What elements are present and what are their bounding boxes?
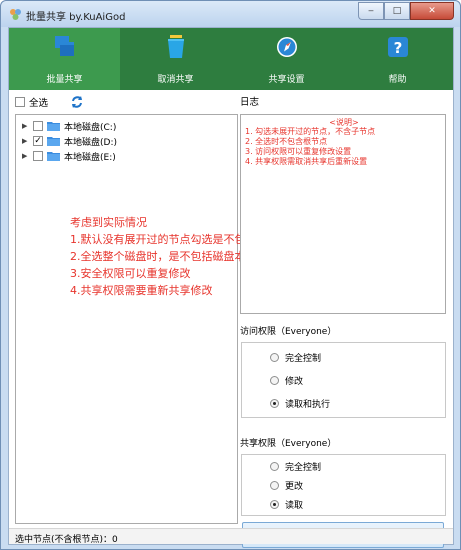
share-option-read[interactable]: 读取 (270, 497, 303, 511)
radio-label: 更改 (285, 481, 304, 492)
access-permission-label: 访问权限（Everyone） (240, 327, 337, 337)
expand-arrow-icon[interactable]: ▶ (22, 152, 31, 160)
log-line: 3. 访问权限可以重复修改设置 (245, 147, 352, 156)
toolbar-share-settings[interactable]: 共享设置 (231, 28, 342, 90)
tree-label-d: 本地磁盘(D:) (64, 137, 117, 148)
maximize-button[interactable]: □ (384, 2, 410, 20)
toolbar-help-label: 帮助 (388, 75, 407, 85)
tree-item-e[interactable]: ▶ 本地磁盘(E:) (22, 149, 116, 163)
app-window: 批量共享 by.KuAiGod ‒ □ ✕ 批量共享 取消共享 共享设置 ? 帮… (0, 0, 461, 550)
window-title: 批量共享 by.KuAiGod (26, 12, 126, 23)
log-box[interactable]: <说明> 1. 勾选未展开过的节点，不含子节点 2. 全选时不包含根节点 3. … (240, 114, 446, 314)
toolbar-share-settings-label: 共享设置 (268, 75, 305, 85)
help-icon: ? (388, 37, 408, 57)
status-text: 选中节点(不含根节点)：0 (15, 535, 118, 545)
select-all[interactable]: 全选 (15, 94, 48, 110)
share-permission-label: 共享权限（Everyone） (240, 439, 337, 449)
compass-icon (277, 37, 297, 57)
access-option-full-control[interactable]: 完全控制 (270, 350, 321, 364)
tree-checkbox-d[interactable]: ✓ (33, 136, 43, 146)
folder-icon (47, 152, 60, 161)
svg-text:?: ? (394, 39, 403, 57)
toolbar-cancel-share-label: 取消共享 (157, 75, 194, 85)
radio-button[interactable] (270, 499, 279, 509)
minimize-button[interactable]: ‒ (358, 2, 384, 20)
access-option-modify[interactable]: 修改 (270, 373, 303, 387)
radio-label: 完全控制 (285, 462, 322, 473)
right-panel: 日志 <说明> 1. 勾选未展开过的节点，不含子节点 2. 全选时不包含根节点 … (240, 94, 448, 548)
radio-button[interactable] (270, 480, 279, 490)
tree-item-c[interactable]: ▶ 本地磁盘(C:) (22, 119, 116, 133)
log-line: 4. 共享权限需取消共享后重新设置 (245, 157, 368, 166)
status-bar: 选中节点(不含根节点)：0 (9, 528, 453, 545)
radio-button[interactable] (270, 398, 279, 408)
folder-icon (47, 122, 60, 131)
log-label: 日志 (240, 97, 260, 108)
select-all-checkbox[interactable] (15, 97, 25, 107)
left-panel: 全选 ▶ 本地磁盘(C:) ▶ ✓ 本地磁盘(D:) ▶ 本地磁盘(E:) (15, 94, 238, 524)
radio-label: 修改 (285, 376, 304, 387)
share-option-change[interactable]: 更改 (270, 478, 303, 492)
tree-item-d[interactable]: ▶ ✓ 本地磁盘(D:) (22, 134, 117, 148)
toolbar-batch-share[interactable]: 批量共享 (9, 28, 120, 90)
client-area: 批量共享 取消共享 共享设置 ? 帮助 全选 ▶ 本地磁盘(C:) ▶ ✓ 本地… (8, 27, 454, 548)
trash-can-icon (168, 35, 184, 58)
tree-label-c: 本地磁盘(C:) (64, 122, 117, 133)
tree-checkbox-c[interactable] (33, 121, 43, 131)
radio-label: 读取 (285, 500, 304, 511)
tree-checkbox-e[interactable] (33, 151, 43, 161)
expand-arrow-icon[interactable]: ▶ (22, 122, 31, 130)
access-option-read-execute[interactable]: 读取和执行 (270, 396, 330, 410)
drive-tree[interactable]: ▶ 本地磁盘(C:) ▶ ✓ 本地磁盘(D:) ▶ 本地磁盘(E:) (15, 114, 238, 524)
access-permission-group: 完全控制 修改 读取和执行 (241, 342, 446, 418)
log-line: 2. 全选时不包含根节点 (245, 137, 328, 146)
radio-label: 读取和执行 (285, 399, 331, 410)
select-all-label: 全选 (29, 98, 49, 109)
share-permission-group: 完全控制 更改 读取 (241, 454, 446, 516)
share-option-full-control[interactable]: 完全控制 (270, 459, 321, 473)
share-folder-icon (55, 36, 74, 56)
log-line: 1. 勾选未展开过的节点，不含子节点 (245, 127, 376, 136)
expand-arrow-icon[interactable]: ▶ (22, 137, 31, 145)
toolbar-help[interactable]: ? 帮助 (342, 28, 453, 90)
radio-label: 完全控制 (285, 353, 322, 364)
refresh-icon[interactable] (70, 95, 84, 109)
title-bar[interactable]: 批量共享 by.KuAiGod ‒ □ ✕ (1, 1, 460, 27)
close-button[interactable]: ✕ (410, 2, 454, 20)
toolbar-cancel-share[interactable]: 取消共享 (120, 28, 231, 90)
app-icon (10, 9, 21, 20)
folder-icon (47, 137, 60, 146)
radio-button[interactable] (270, 461, 279, 471)
toolbar: 批量共享 取消共享 共享设置 ? 帮助 (9, 28, 453, 90)
toolbar-batch-share-label: 批量共享 (46, 75, 83, 85)
radio-button[interactable] (270, 375, 279, 385)
tree-label-e: 本地磁盘(E:) (64, 152, 116, 163)
radio-button[interactable] (270, 352, 279, 362)
